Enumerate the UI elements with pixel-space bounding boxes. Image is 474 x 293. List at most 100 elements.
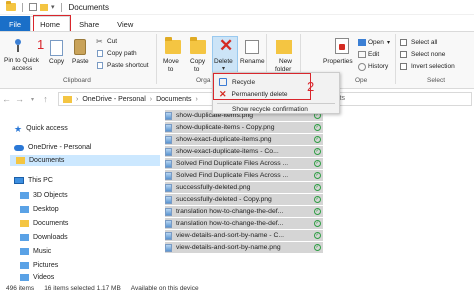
nav-music[interactable]: Music <box>20 246 51 257</box>
nav-quick-access[interactable]: ★ Quick access <box>14 123 68 134</box>
nav-videos-label: Videos <box>33 274 55 281</box>
file-row[interactable]: show-exact-duplicate-items - Co... ✓ <box>165 146 323 157</box>
nav-pictures[interactable]: Pictures <box>20 260 58 271</box>
sync-ok-icon: ✓ <box>314 160 321 167</box>
breadcrumb-onedrive[interactable]: OneDrive - Personal <box>82 96 145 103</box>
properties-icon[interactable] <box>29 3 37 11</box>
copy-button[interactable]: Copy <box>49 58 64 65</box>
folder-icon <box>63 95 72 103</box>
back-arrow-icon[interactable]: ← <box>0 94 13 104</box>
sync-ok-icon: ✓ <box>314 172 321 179</box>
file-row[interactable]: translation how-to-change-the-def... ✓ <box>165 218 323 229</box>
history-button[interactable]: History <box>368 63 388 70</box>
quick-access-toolbar: ▾ <box>6 1 65 12</box>
annotation-number-1: 1 <box>37 37 45 52</box>
properties-button[interactable]: Properties <box>323 58 353 65</box>
image-file-icon <box>165 159 172 168</box>
open-button[interactable]: Open <box>368 39 384 46</box>
paste-shortcut-button[interactable]: Paste shortcut <box>107 62 149 69</box>
sync-ok-icon: ✓ <box>314 196 321 203</box>
tab-share[interactable]: Share <box>70 16 108 32</box>
file-row[interactable]: view-details-and-sort-by-name.png ✓ <box>165 242 323 253</box>
copy-to-folder-icon <box>190 37 206 54</box>
new-folder-icon <box>276 40 292 54</box>
nav-quick-access-label: Quick access <box>26 125 68 132</box>
chevron-down-icon[interactable]: ▾ <box>387 39 390 46</box>
file-row[interactable]: show-exact-duplicate-items.png ✓ <box>165 134 323 145</box>
move-to-label-1[interactable]: Move <box>163 58 179 65</box>
paste-button[interactable]: Paste <box>72 58 89 65</box>
divider <box>22 2 23 12</box>
pin-to-quick-access-label-2[interactable]: access <box>12 65 32 72</box>
history-icon <box>358 63 366 71</box>
nav-videos[interactable]: Videos <box>20 272 54 283</box>
chevron-down-icon[interactable]: ▾ <box>26 96 39 103</box>
chevron-down-icon[interactable]: ▾ <box>222 65 225 72</box>
file-row[interactable]: successfully-deleted.png ✓ <box>165 182 323 193</box>
copy-icon <box>50 40 63 56</box>
forward-arrow-icon[interactable]: → <box>13 94 26 104</box>
rename-button[interactable]: Rename <box>240 58 265 65</box>
file-row[interactable]: Solved Find Duplicate Files Across ... ✓ <box>165 158 323 169</box>
invert-selection-button[interactable]: Invert selection <box>411 63 455 70</box>
image-file-icon <box>165 183 172 192</box>
nav-this-pc[interactable]: This PC <box>14 175 53 186</box>
new-folder-label-1[interactable]: New <box>279 58 292 65</box>
divider <box>395 34 396 84</box>
pin-to-quick-access-label-1[interactable]: Pin to Quick <box>4 57 39 64</box>
desktop-icon <box>20 206 29 213</box>
divider <box>60 2 62 12</box>
nav-documents-onedrive[interactable]: Documents <box>10 155 160 166</box>
select-all-button[interactable]: Select all <box>411 39 437 46</box>
file-row[interactable]: Solved Find Duplicate Files Across ... ✓ <box>165 170 323 181</box>
image-file-icon <box>165 147 172 156</box>
delete-button-label[interactable]: Delete <box>214 58 233 65</box>
select-none-button[interactable]: Select none <box>411 51 445 58</box>
move-to-label-2[interactable]: to <box>168 66 173 73</box>
tab-view[interactable]: View <box>108 16 142 32</box>
sync-ok-icon: ✓ <box>314 184 321 191</box>
nav-downloads[interactable]: Downloads <box>20 232 68 243</box>
sync-ok-icon: ✓ <box>314 208 321 215</box>
copy-to-label-2[interactable]: to <box>194 66 199 73</box>
breadcrumb-separator-icon: › <box>149 95 153 103</box>
image-file-icon <box>165 135 172 144</box>
group-label-organize: Orga <box>196 77 211 84</box>
edit-button[interactable]: Edit <box>368 51 379 58</box>
nav-documents-pc[interactable]: Documents <box>20 218 68 229</box>
breadcrumb-separator-icon: › <box>195 95 198 103</box>
file-row[interactable]: view-details-and-sort-by-name - C... ✓ <box>165 230 323 241</box>
sync-ok-icon: ✓ <box>314 232 321 239</box>
cut-button[interactable]: Cut <box>107 38 117 45</box>
status-selection: 16 items selected 1.17 MB <box>44 285 121 292</box>
new-folder-icon[interactable] <box>40 3 48 11</box>
paste-icon <box>74 39 86 55</box>
nav-onedrive[interactable]: OneDrive - Personal <box>14 142 91 153</box>
copy-path-button[interactable]: Copy path <box>107 50 137 57</box>
select-all-icon <box>400 39 407 46</box>
nav-desktop[interactable]: Desktop <box>20 204 59 215</box>
file-name: show-exact-duplicate-items - Co... <box>176 148 279 155</box>
highlight-delete-options <box>213 73 311 100</box>
pin-icon <box>10 38 24 52</box>
nav-documents-pc-label: Documents <box>33 220 69 227</box>
sync-ok-icon: ✓ <box>314 148 321 155</box>
folder-icon <box>16 157 25 164</box>
file-row[interactable]: successfully-deleted - Copy.png ✓ <box>165 194 323 205</box>
file-name: translation how-to-change-the-def... <box>176 220 284 227</box>
status-availability: Available on this device <box>130 285 199 292</box>
nav-3d-objects[interactable]: 3D Objects <box>20 190 68 201</box>
tab-file[interactable]: File <box>0 16 31 32</box>
image-file-icon <box>165 171 172 180</box>
file-row[interactable]: translation how-to-change-the-def... ✓ <box>165 206 323 217</box>
chevron-down-icon[interactable]: ▾ <box>51 3 55 11</box>
up-arrow-icon[interactable]: ↑ <box>39 94 52 104</box>
invert-selection-icon <box>400 63 407 70</box>
file-row[interactable]: show-duplicate-items - Copy.png ✓ <box>165 122 323 133</box>
breadcrumb-documents[interactable]: Documents <box>156 96 191 103</box>
menu-item-show-recycle-confirmation[interactable]: Show recycle confirmation <box>229 103 339 115</box>
copy-to-label-1[interactable]: Copy <box>190 58 205 65</box>
nav-onedrive-label: OneDrive - Personal <box>28 144 92 151</box>
file-name: translation how-to-change-the-def... <box>176 208 284 215</box>
sync-ok-icon: ✓ <box>314 136 321 143</box>
